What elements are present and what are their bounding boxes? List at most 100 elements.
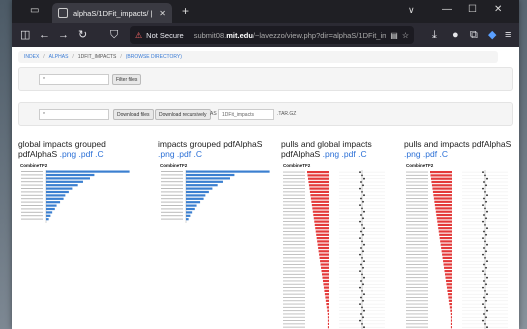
thumbnail-label-line	[161, 208, 183, 210]
thumbnail-bar	[448, 296, 452, 299]
thumbnail-label-line	[283, 231, 305, 232]
thumbnail-label-line	[406, 184, 428, 186]
archive-name-input[interactable]: 1DFit_impacts	[218, 109, 274, 120]
thumbnail-label-line	[283, 267, 305, 269]
thumbnail-label-line	[406, 270, 428, 272]
thumbnail-bar	[450, 312, 452, 316]
png-link[interactable]: .png	[158, 149, 175, 159]
thumbnail-bar	[450, 309, 452, 312]
c-link[interactable]: .C	[439, 149, 448, 159]
pulls-chart-thumbnail[interactable]: CombineTF2	[281, 161, 391, 329]
thumbnail-pull-point	[485, 266, 487, 269]
impacts-chart-thumbnail[interactable]: CombineTF2	[158, 161, 278, 225]
c-link[interactable]: .C	[358, 149, 367, 159]
filter-files-button[interactable]: Filter files	[112, 74, 142, 85]
thumbnail-label-line	[406, 250, 428, 252]
png-link[interactable]: .png	[323, 149, 340, 159]
maximize-icon[interactable]: ☐	[468, 4, 477, 15]
download-pattern-input[interactable]: *	[39, 109, 109, 120]
thumbnail-pull-point	[359, 237, 361, 239]
thumbnail-label-line	[283, 303, 305, 305]
thumbnail-pull-point	[359, 303, 361, 305]
minimize-icon[interactable]: —	[442, 4, 452, 15]
thumbnail-label-line	[21, 194, 43, 196]
thumbnail-pull-point	[482, 303, 484, 305]
thumbnail-label-line	[283, 287, 305, 288]
sidebar-icon[interactable]: ◫	[20, 28, 30, 42]
pdf-link[interactable]: .pdf	[79, 149, 93, 159]
url-text[interactable]: submit08.mit.edu/~lavezzo/view.php?dir=a…	[194, 31, 387, 40]
pulls-chart-thumbnail[interactable]: CombineTF2	[404, 161, 514, 329]
thumbnail-bar	[309, 190, 329, 193]
png-link[interactable]: .png	[404, 149, 421, 159]
thumbnail-pull-point	[485, 316, 487, 319]
close-tab-icon[interactable]: ✕	[159, 9, 166, 18]
pdf-link[interactable]: .pdf	[423, 149, 437, 159]
thumbnail-label-line	[406, 257, 428, 259]
navigation-bar: ◫ ← → ↻ ⛉ ⚠ Not Secure submit08.mit.edu/…	[12, 23, 519, 47]
reload-icon[interactable]: ↻	[78, 28, 87, 42]
thumbnail-label-line	[161, 198, 183, 200]
thumbnail-bar	[186, 197, 204, 200]
thumbnail-bar	[46, 170, 130, 173]
impacts-chart-thumbnail[interactable]: CombineTF2	[18, 161, 138, 225]
thumbnail-label-line	[283, 244, 305, 246]
plot-title: pulls and global impacts pdfAlphaS .png …	[281, 139, 401, 159]
insecure-lock-icon[interactable]: ⚠	[135, 31, 142, 40]
plot-pulls-impacts: pulls and impacts pdfAlphaS .png .pdf .C…	[404, 139, 516, 329]
breadcrumb-alphas[interactable]: ALPHAS	[49, 54, 69, 60]
extensions-icon[interactable]: ⧉	[470, 28, 478, 42]
thumbnail-bar	[430, 171, 452, 174]
browse-directory-link[interactable]: (BROWSE DIRECTORY)	[126, 54, 182, 60]
menu-icon[interactable]: ≡	[505, 28, 511, 42]
c-link[interactable]: .C	[193, 149, 202, 159]
account-icon[interactable]: ●	[452, 28, 459, 42]
thumbnail-bar	[46, 190, 69, 194]
back-icon[interactable]: ←	[39, 28, 50, 42]
thumbnail-bar	[46, 207, 55, 211]
download-recursively-button[interactable]: Download recursively	[155, 109, 211, 120]
thumbnail-pull-point	[485, 299, 487, 302]
thumbnail-label-line	[406, 316, 428, 318]
thumbnail-label-line	[406, 174, 428, 176]
png-link[interactable]: .png	[60, 149, 77, 159]
thumbnail-bar	[313, 217, 329, 220]
close-window-icon[interactable]: ✕	[494, 4, 502, 15]
thumbnail-bar	[450, 319, 452, 322]
pdf-link[interactable]: .pdf	[177, 149, 191, 159]
thumbnail-label-line	[283, 201, 305, 203]
c-link[interactable]: .C	[95, 149, 104, 159]
thumbnail-bar	[437, 223, 452, 226]
chevron-down-icon[interactable]: ∨	[408, 5, 415, 16]
thumbnail-bar	[186, 173, 235, 177]
thumbnail-label-line	[406, 198, 428, 199]
thumbnail-bar	[327, 309, 329, 312]
thumbnail-bar	[317, 243, 329, 246]
thumbnail-pull-point	[483, 280, 485, 282]
bookmark-star-icon[interactable]: ☆	[402, 31, 409, 40]
thumbnail-bar	[442, 256, 452, 259]
thumbnail-bar	[316, 233, 329, 236]
pdf-link[interactable]: .pdf	[342, 149, 356, 159]
reader-view-icon[interactable]: ▤	[390, 31, 398, 40]
forward-icon[interactable]: →	[58, 28, 69, 42]
new-tab-icon[interactable]: +	[182, 4, 189, 18]
thumbnail-bar	[312, 210, 329, 213]
filter-input[interactable]: *	[39, 74, 109, 85]
tab-list-icon[interactable]: ▭	[30, 5, 42, 17]
addon-icon[interactable]: ◆	[488, 28, 496, 42]
downloads-icon[interactable]: ⤓	[432, 28, 437, 42]
active-tab[interactable]: alphaS/1DFit_impacts/ | Luca Lavezz ✕	[52, 3, 172, 23]
thumbnail-label-line	[406, 231, 428, 232]
thumbnail-pull-point	[486, 276, 488, 279]
thumbnail-label-line	[21, 218, 43, 220]
thumbnail-bar	[308, 180, 329, 184]
breadcrumb-index[interactable]: INDEX	[24, 54, 39, 60]
thumbnail-bar	[433, 194, 452, 197]
shield-icon[interactable]: ⛉	[110, 28, 118, 42]
url-bar[interactable]: ⚠ Not Secure submit08.mit.edu/~lavezzo/v…	[130, 26, 414, 44]
download-files-button[interactable]: Download files	[113, 109, 154, 120]
thumbnail-label-line	[406, 214, 428, 216]
thumbnail-label-line	[283, 273, 305, 275]
thumbnail-bar	[310, 197, 329, 200]
